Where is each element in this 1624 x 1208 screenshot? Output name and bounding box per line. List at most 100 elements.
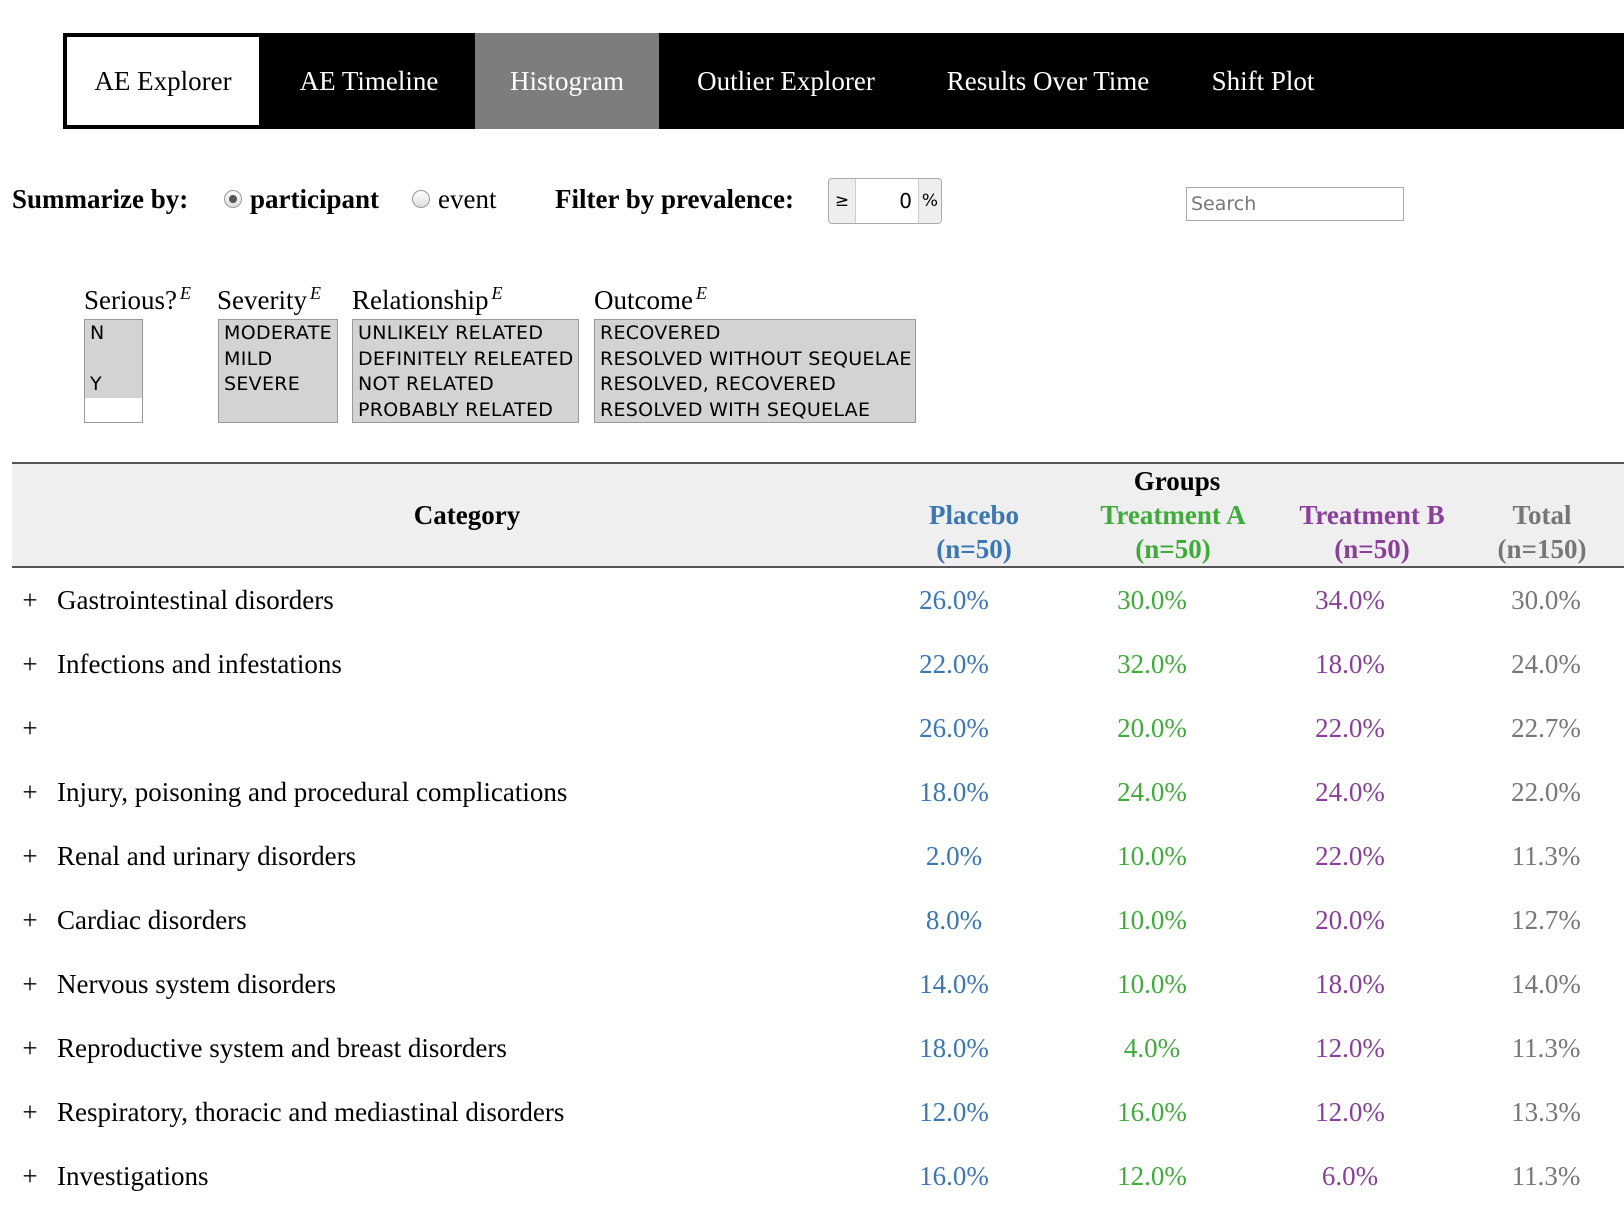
total-value: 22.0%	[1511, 777, 1581, 807]
table-row: + Investigations 16.0% 12.0% 6.0% 11.3%	[12, 1144, 1624, 1208]
outcome-option[interactable]: RESOLVED, RECOVERED	[600, 372, 910, 398]
relationship-option[interactable]: UNLIKELY RELATED	[358, 321, 573, 347]
treatment-b-value: 24.0%	[1315, 777, 1385, 807]
severity-select[interactable]: MODERATE MILD SEVERE	[218, 319, 338, 423]
outcome-option[interactable]: RESOLVED WITHOUT SEQUELAE	[600, 347, 911, 373]
placebo-value: 16.0%	[919, 1161, 989, 1191]
treatment-b-value: 12.0%	[1315, 1033, 1385, 1063]
tab-histogram[interactable]: Histogram	[475, 33, 659, 129]
outcome-option[interactable]: RESOLVED WITH SEQUELAE	[600, 398, 910, 423]
treatment-a-n: (n=50)	[1135, 534, 1211, 564]
outcome-option[interactable]: RECOVERED	[600, 321, 910, 347]
participant-radio[interactable]	[224, 190, 242, 208]
table-row: + Cardiac disorders 8.0% 10.0% 20.0% 12.7%	[12, 888, 1624, 952]
table-row: + Reproductive system and breast disorder…	[12, 1016, 1624, 1080]
treatment-b-value: 12.0%	[1315, 1097, 1385, 1127]
placebo-header[interactable]: Placebo	[874, 498, 1074, 532]
placebo-value: 12.0%	[919, 1097, 989, 1127]
table-row: +26.0% 20.0% 22.0% 22.7%	[12, 696, 1624, 760]
expand-toggle[interactable]: +	[20, 568, 40, 632]
total-value: 11.3%	[1511, 841, 1581, 871]
severity-option[interactable]: SEVERE	[224, 372, 332, 398]
total-value: 12.7%	[1511, 905, 1581, 935]
prevalence-input[interactable]	[856, 179, 918, 223]
percent-symbol: %	[918, 179, 941, 223]
category-name: Nervous system disorders	[57, 969, 336, 999]
severity-option[interactable]: MODERATE	[224, 321, 332, 347]
severity-title-text: Severity	[217, 285, 307, 315]
total-value: 22.7%	[1511, 713, 1581, 743]
tab-bar: AE Explorer AE Timeline Histogram Outlie…	[63, 33, 1624, 129]
relationship-option[interactable]: PROBABLY RELATED	[358, 398, 573, 423]
relationship-option[interactable]: NOT RELATED	[358, 372, 573, 398]
treatment-a-value: 16.0%	[1117, 1097, 1187, 1127]
expand-toggle[interactable]: +	[20, 952, 40, 1016]
placebo-value: 8.0%	[925, 905, 983, 935]
treatment-a-value: 32.0%	[1117, 649, 1187, 679]
treatment-b-value: 6.0%	[1321, 1161, 1379, 1191]
treatment-a-value: 10.0%	[1117, 841, 1187, 871]
treatment-a-value: 10.0%	[1117, 905, 1187, 935]
table-row: + Injury, poisoning and procedural compli…	[12, 760, 1624, 824]
total-value: 30.0%	[1511, 585, 1581, 615]
tab-ae-explorer[interactable]: AE Explorer	[63, 33, 263, 129]
category-name: Gastrointestinal disorders	[57, 585, 334, 615]
table-row: + Respiratory, thoracic and mediastinal d…	[12, 1080, 1624, 1144]
treatment-a-value: 24.0%	[1117, 777, 1187, 807]
expand-toggle[interactable]: +	[20, 760, 40, 824]
treatment-a-value: 4.0%	[1123, 1033, 1181, 1063]
relationship-select[interactable]: UNLIKELY RELATED DEFINITELY RELEATED NOT…	[352, 319, 579, 423]
treatment-a-value: 20.0%	[1117, 713, 1187, 743]
table-row: + Nervous system disorders 14.0% 10.0% 18.0%…	[12, 952, 1624, 1016]
prevalence-filter: ≥ %	[828, 178, 942, 224]
tab-results-over-time[interactable]: Results Over Time	[913, 33, 1183, 129]
treatment-b-value: 22.0%	[1315, 841, 1385, 871]
category-name: Infections and infestations	[57, 649, 342, 679]
treatment-b-value: 18.0%	[1315, 649, 1385, 679]
tab-shift-plot[interactable]: Shift Plot	[1183, 33, 1343, 129]
total-value: 11.3%	[1511, 1161, 1581, 1191]
serious-filter-title: Serious? E	[84, 283, 191, 316]
treatment-a-header[interactable]: Treatment A	[1060, 498, 1286, 532]
search-input[interactable]	[1186, 187, 1404, 221]
expand-toggle[interactable]: +	[20, 824, 40, 888]
outcome-title-text: Outcome	[594, 285, 693, 315]
total-header[interactable]: Total	[1462, 498, 1622, 532]
table-row: + Gastrointestinal disorders 26.0% 30.0% 34.…	[12, 568, 1624, 632]
tab-outlier-explorer[interactable]: Outlier Explorer	[659, 33, 913, 129]
summarize-label: Summarize by:	[12, 184, 189, 214]
tab-ae-timeline[interactable]: AE Timeline	[263, 33, 475, 129]
expand-toggle[interactable]: +	[20, 888, 40, 952]
category-name: Injury, poisoning and procedural complic…	[57, 777, 568, 807]
groups-header: Groups	[1133, 466, 1221, 496]
relationship-option[interactable]: DEFINITELY RELEATED	[358, 347, 573, 373]
total-n: (n=150)	[1497, 534, 1587, 564]
serious-title-text: Serious?	[84, 285, 177, 315]
serious-select[interactable]: N Y	[84, 319, 143, 423]
outcome-marker: E	[695, 283, 707, 303]
serious-option[interactable]: Y	[90, 372, 137, 398]
outcome-select[interactable]: RECOVERED RESOLVED WITHOUT SEQUELAE RESO…	[594, 319, 916, 423]
expand-toggle[interactable]: +	[20, 696, 40, 760]
serious-marker: E	[179, 283, 191, 303]
treatment-b-header[interactable]: Treatment B	[1259, 498, 1485, 532]
event-radio[interactable]	[412, 190, 430, 208]
serious-option[interactable]: N	[90, 321, 137, 347]
placebo-value: 26.0%	[919, 713, 989, 743]
severity-option[interactable]: MILD	[224, 347, 332, 373]
category-header[interactable]: Category	[312, 498, 622, 532]
category-name: Respiratory, thoracic and mediastinal di…	[57, 1097, 565, 1127]
treatment-b-n: (n=50)	[1334, 534, 1410, 564]
expand-toggle[interactable]: +	[20, 1016, 40, 1080]
expand-toggle[interactable]: +	[20, 632, 40, 696]
total-value: 11.3%	[1511, 1033, 1581, 1063]
category-name: Cardiac disorders	[57, 905, 247, 935]
treatment-b-value: 20.0%	[1315, 905, 1385, 935]
placebo-value: 18.0%	[919, 777, 989, 807]
expand-toggle[interactable]: +	[20, 1080, 40, 1144]
expand-toggle[interactable]: +	[20, 1144, 40, 1208]
category-name: Reproductive system and breast disorders	[57, 1033, 507, 1063]
serious-option[interactable]	[90, 347, 137, 373]
total-value: 13.3%	[1511, 1097, 1581, 1127]
placebo-value: 22.0%	[919, 649, 989, 679]
